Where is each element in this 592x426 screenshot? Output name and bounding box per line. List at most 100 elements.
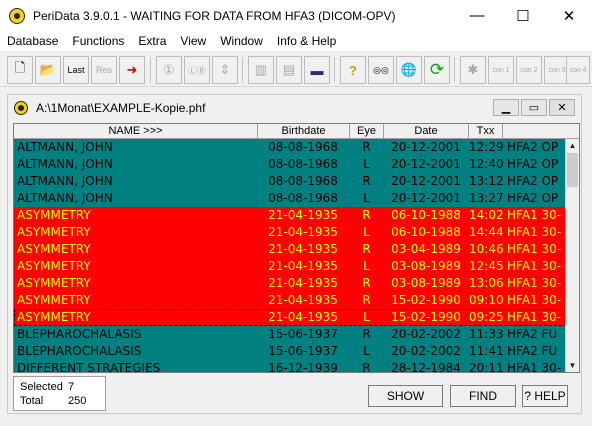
menu-extra[interactable]: Extra (131, 34, 173, 48)
cell-eye: L (363, 259, 370, 273)
table-row[interactable]: ALTMANN, JOHN 08-08-1968 R 20-12-2001 13:12 H… (14, 173, 567, 190)
close-button[interactable]: ✕ (546, 0, 592, 31)
cell-name: ALTMANN, JOHN (17, 174, 113, 188)
show-button[interactable]: SHOW (368, 385, 443, 407)
cell-device: HFA2 OP (507, 174, 559, 188)
table-row[interactable]: ASYMMETRY 21-04-1935 R 03-08-1989 13:06 HFA1 … (14, 275, 567, 292)
import-icon[interactable]: ➜ (119, 56, 145, 84)
help-icon[interactable]: ? (340, 56, 366, 84)
com4-icon[interactable]: con 4 (566, 56, 590, 84)
maximize-button[interactable]: ☐ (500, 0, 546, 31)
table-row[interactable]: ALTMANN, JOHN 08-08-1968 L 20-12-2001 13:27 H… (14, 190, 567, 207)
refresh-icon[interactable]: ⟳ (424, 56, 450, 84)
table-row[interactable]: ASYMMETRY 21-04-1935 R 15-02-1990 09:10 HFA1 … (14, 292, 567, 309)
table-row[interactable]: ALTMANN, JOHN 08-08-1968 R 20-12-2001 12:29 H… (14, 139, 567, 156)
cell-date: 20-12-2001 (391, 174, 461, 188)
both-eyes-icon[interactable]: ⓁⓇ (184, 56, 210, 84)
find-button[interactable]: FIND (450, 385, 516, 407)
column-header-name[interactable]: NAME >>> (14, 124, 258, 139)
new-file-icon[interactable]: 🗋 (7, 56, 33, 84)
menu-window[interactable]: Window (213, 34, 270, 48)
last-button[interactable]: Last (63, 56, 89, 84)
cell-birthdate: 08-08-1968 (268, 140, 338, 154)
cell-date: 15-02-1990 (391, 293, 461, 307)
cell-birthdate: 21-04-1935 (268, 310, 338, 324)
device-icon[interactable]: ✱ (460, 56, 486, 84)
doc-close-button[interactable]: ✕ (549, 99, 575, 116)
column-header-txx[interactable]: Txx (469, 124, 503, 139)
table-row[interactable]: ASYMMETRY 21-04-1935 R 06-10-1988 14:02 HFA1 … (14, 207, 567, 224)
table-row[interactable]: BLEPHAROCHALASIS 15-06-1937 R 20-02-2002 11:… (14, 326, 567, 343)
total-count: 250 (68, 395, 87, 407)
column-header-eye[interactable]: Eye (350, 124, 384, 139)
menu-view[interactable]: View (173, 34, 213, 48)
cell-birthdate: 15-06-1937 (268, 327, 338, 341)
cell-eye: L (363, 191, 370, 205)
cell-birthdate: 21-04-1935 (268, 293, 338, 307)
table-row[interactable]: ASYMMETRY 21-04-1935 R 03-04-1989 10:46 HFA1 … (14, 241, 567, 258)
cell-birthdate: 08-08-1968 (268, 191, 338, 205)
cell-name: ASYMMETRY (17, 242, 91, 256)
cell-eye: R (362, 293, 371, 307)
cell-date: 15-02-1990 (391, 310, 461, 324)
cell-birthdate: 21-04-1935 (268, 276, 338, 290)
cell-date: 20-12-2001 (391, 157, 461, 171)
cell-birthdate: 08-08-1968 (268, 157, 338, 171)
sort-icon[interactable]: ⇕ (212, 56, 238, 84)
cell-name: BLEPHAROCHALASIS (17, 344, 142, 358)
cell-time: 14:44 (469, 225, 503, 239)
table-row[interactable]: ALTMANN, JOHN 08-08-1968 L 20-12-2001 12:40 H… (14, 156, 567, 173)
menu-functions[interactable]: Functions (65, 34, 131, 48)
cell-eye: R (362, 242, 371, 256)
doc-maximize-button[interactable]: ▭ (521, 99, 547, 116)
split-vertical-icon[interactable]: ▥ (248, 56, 274, 84)
cell-eye: R (362, 327, 371, 341)
res-button[interactable]: Res (91, 56, 117, 84)
cell-device: HFA2 OP (507, 140, 559, 154)
cell-device: HFA1 30- (507, 276, 562, 290)
patient-table[interactable]: NAME >>> Birthdate Eye Date Txx ALTMANN,… (13, 123, 580, 373)
table-row[interactable]: DIFFERENT STRATEGIES 16-12-1939 R 28-12-198… (14, 360, 567, 373)
selected-count: 7 (68, 381, 75, 393)
scroll-thumb[interactable] (567, 153, 578, 187)
cell-eye: R (362, 276, 371, 290)
cell-device: HFA1 30- (507, 259, 562, 273)
cell-eye: R (362, 174, 371, 188)
binoculars-icon[interactable]: ◎◎ (368, 56, 394, 84)
table-row[interactable]: ASYMMETRY 21-04-1935 L 15-02-1990 09:25 HFA1 … (14, 309, 567, 326)
cell-time: 12:40 (469, 157, 503, 171)
table-row[interactable]: ASYMMETRY 21-04-1935 L 06-10-1988 14:44 HFA1 … (14, 224, 567, 241)
doc-minimize-button[interactable]: ▁ (493, 99, 519, 116)
table-body: ALTMANN, JOHN 08-08-1968 R 20-12-2001 12:29 H… (14, 139, 567, 372)
cell-device: HFA2 FU (507, 344, 558, 358)
table-row[interactable]: BLEPHAROCHALASIS 15-06-1937 L 20-02-2002 11:… (14, 343, 567, 360)
cell-name: ASYMMETRY (17, 276, 91, 290)
cell-time: 11:41 (469, 344, 503, 358)
column-header-birthdate[interactable]: Birthdate (258, 124, 350, 139)
com2-icon[interactable]: con 2 (516, 56, 542, 84)
open-folder-icon[interactable]: 📂 (35, 56, 61, 84)
cell-time: 09:25 (469, 310, 503, 324)
vertical-scrollbar[interactable]: ▲ ▼ (565, 139, 579, 372)
table-row[interactable]: ASYMMETRY 21-04-1935 L 03-08-1989 12:45 HFA1 … (14, 258, 567, 275)
scroll-up-icon[interactable]: ▲ (566, 139, 579, 152)
scroll-down-icon[interactable]: ▼ (566, 359, 579, 372)
com1-icon[interactable]: con 1 (488, 56, 514, 84)
cell-eye: L (363, 157, 370, 171)
globe-icon[interactable]: 🌐 (396, 56, 422, 84)
title-bar: PeriData 3.9.0.1 - WAITING FOR DATA FROM… (0, 0, 592, 31)
column-header-date[interactable]: Date (384, 124, 469, 139)
cell-name: ALTMANN, JOHN (17, 140, 113, 154)
split-horizontal-icon[interactable]: ▤ (276, 56, 302, 84)
menu-info-help[interactable]: Info & Help (270, 34, 343, 48)
cell-name: ASYMMETRY (17, 293, 91, 307)
app-logo-icon (9, 7, 25, 24)
battery-icon[interactable]: ▬ (304, 56, 330, 84)
one-eye-icon[interactable]: ① (156, 56, 182, 84)
cell-eye: R (362, 361, 371, 373)
cell-birthdate: 21-04-1935 (268, 208, 338, 222)
cell-name: ALTMANN, JOHN (17, 191, 113, 205)
help-button[interactable]: ? HELP (522, 385, 568, 407)
minimize-button[interactable]: — (454, 0, 500, 31)
menu-database[interactable]: Database (0, 34, 65, 48)
